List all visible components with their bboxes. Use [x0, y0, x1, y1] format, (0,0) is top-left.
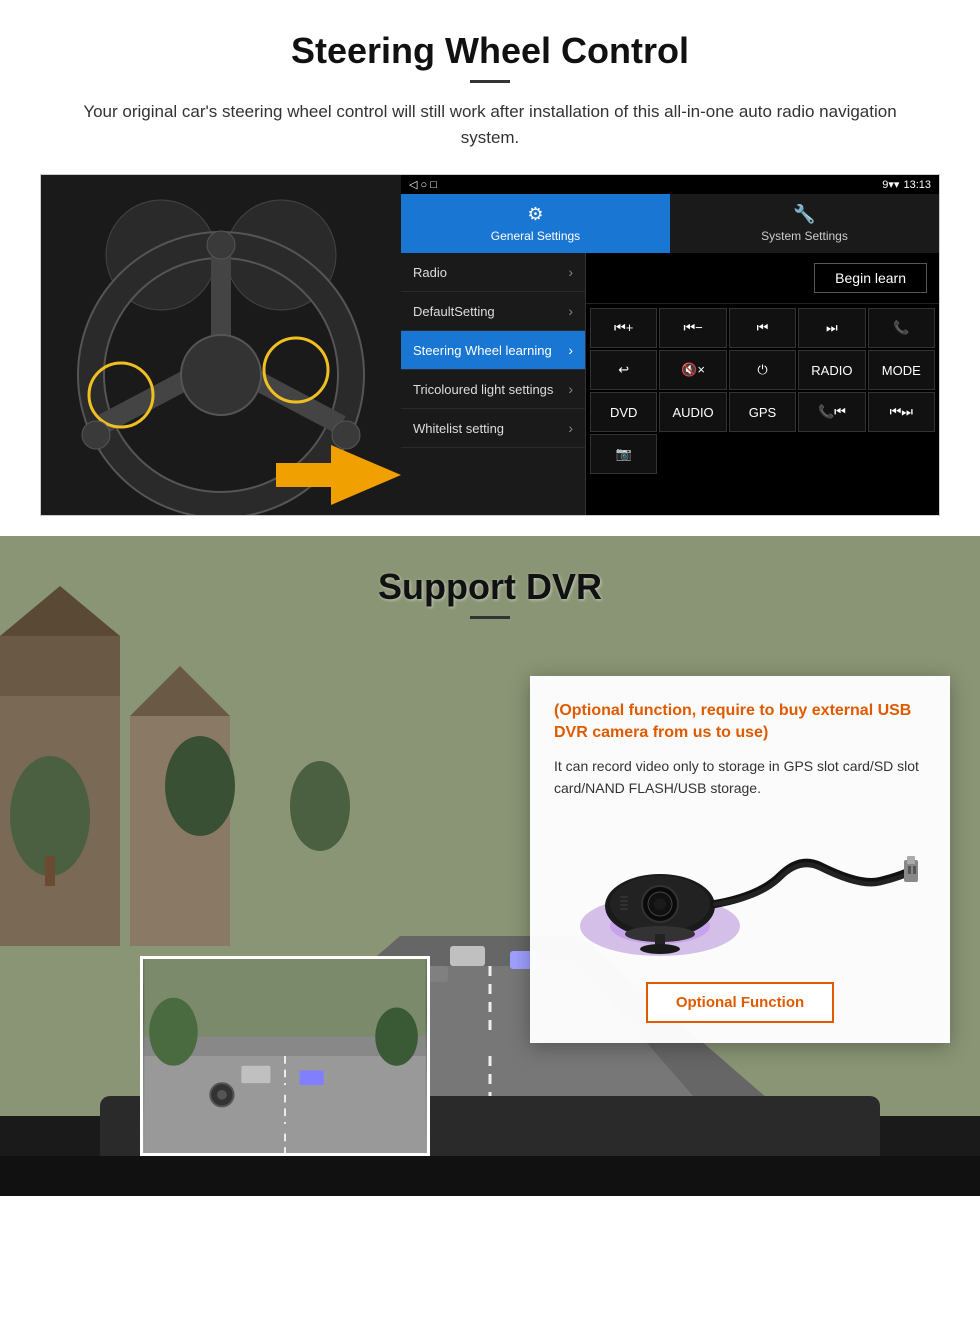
dvr-card-title: (Optional function, require to buy exter… [554, 700, 926, 745]
ctrl-radio[interactable]: RADIO [798, 350, 865, 390]
android-panel: ◁ ○ □ 9▾▾ 13:13 ⚙ General Settings 🔧 Sys… [401, 175, 939, 515]
ctrl-vol-down[interactable]: ⏮− [659, 308, 726, 348]
ctrl-prev[interactable]: ⏮ [729, 308, 796, 348]
begin-learn-button[interactable]: Begin learn [814, 263, 927, 293]
ctrl-camera[interactable]: 📷 [590, 434, 657, 474]
tab-system-label: System Settings [761, 229, 848, 243]
menu-item-whitelist[interactable]: Whitelist setting › [401, 409, 585, 448]
ctrl-mode[interactable]: MODE [868, 350, 935, 390]
tab-general-settings[interactable]: ⚙ General Settings [401, 194, 670, 253]
chevron-right-icon: › [568, 381, 573, 397]
ctrl-power[interactable]: ⏻ [729, 350, 796, 390]
menu-steering-label: Steering Wheel learning [413, 343, 552, 358]
android-menu: Radio › DefaultSetting › Steering Wheel … [401, 253, 939, 515]
control-grid: ⏮+ ⏮− ⏮ ⏭ 📞 ↩ 🔇× ⏻ RADIO MODE DVD AUDIO … [586, 304, 939, 478]
ctrl-vol-up[interactable]: ⏮+ [590, 308, 657, 348]
ctrl-next[interactable]: ⏭ [798, 308, 865, 348]
menu-item-default[interactable]: DefaultSetting › [401, 292, 585, 331]
ctrl-mute[interactable]: 🔇× [659, 350, 726, 390]
steering-photo: km/h RPM [41, 175, 401, 515]
title-divider [470, 80, 510, 83]
ctrl-dvd[interactable]: DVD [590, 392, 657, 432]
steering-demo: km/h RPM [40, 174, 940, 516]
steering-section: Steering Wheel Control Your original car… [0, 0, 980, 536]
menu-item-radio[interactable]: Radio › [401, 253, 585, 292]
ctrl-phone-prev[interactable]: 📞⏮ [798, 392, 865, 432]
menu-content: Begin learn ⏮+ ⏮− ⏮ ⏭ 📞 ↩ 🔇× ⏻ RADIO MOD… [586, 253, 939, 515]
dvr-divider [470, 616, 510, 619]
chevron-right-icon: › [568, 342, 573, 358]
steering-subtitle: Your original car's steering wheel contr… [80, 99, 900, 150]
ctrl-phone[interactable]: 📞 [868, 308, 935, 348]
settings-icon: ⚙ [527, 204, 543, 225]
dvr-title: Support DVR [0, 566, 980, 608]
chevron-right-icon: › [568, 303, 573, 319]
menu-list: Radio › DefaultSetting › Steering Wheel … [401, 253, 586, 515]
dvr-card-desc: It can record video only to storage in G… [554, 755, 926, 800]
status-wifi: 9▾▾ [882, 178, 899, 191]
menu-item-tricoloured[interactable]: Tricoloured light settings › [401, 370, 585, 409]
ctrl-gps[interactable]: GPS [729, 392, 796, 432]
menu-radio-label: Radio [413, 265, 447, 280]
optional-function-button[interactable]: Optional Function [646, 982, 834, 1023]
steering-title: Steering Wheel Control [40, 30, 940, 72]
system-icon: 🔧 [793, 204, 815, 225]
ctrl-back[interactable]: ↩ [590, 350, 657, 390]
chevron-right-icon: › [568, 264, 573, 280]
menu-item-steering[interactable]: Steering Wheel learning › [401, 331, 585, 370]
dvr-camera-image [554, 816, 926, 966]
status-signal: ◁ ○ □ [409, 178, 437, 191]
menu-tricoloured-label: Tricoloured light settings [413, 382, 553, 397]
menu-whitelist-label: Whitelist setting [413, 421, 504, 436]
status-time: 13:13 [903, 179, 931, 191]
dvr-background: Support DVR [0, 536, 980, 1196]
dvr-section: Support DVR [0, 536, 980, 1196]
ctrl-skip[interactable]: ⏮⏭ [868, 392, 935, 432]
dvr-info-card: (Optional function, require to buy exter… [530, 676, 950, 1043]
chevron-right-icon: › [568, 420, 573, 436]
dvr-title-overlay: Support DVR [0, 536, 980, 651]
dvr-preview-inset [140, 956, 430, 1156]
tab-system-settings[interactable]: 🔧 System Settings [670, 194, 939, 253]
menu-default-label: DefaultSetting [413, 304, 495, 319]
android-tabs: ⚙ General Settings 🔧 System Settings [401, 194, 939, 253]
android-status-bar: ◁ ○ □ 9▾▾ 13:13 [401, 175, 939, 194]
begin-learn-row: Begin learn [586, 253, 939, 304]
ctrl-audio[interactable]: AUDIO [659, 392, 726, 432]
tab-general-label: General Settings [491, 229, 580, 243]
